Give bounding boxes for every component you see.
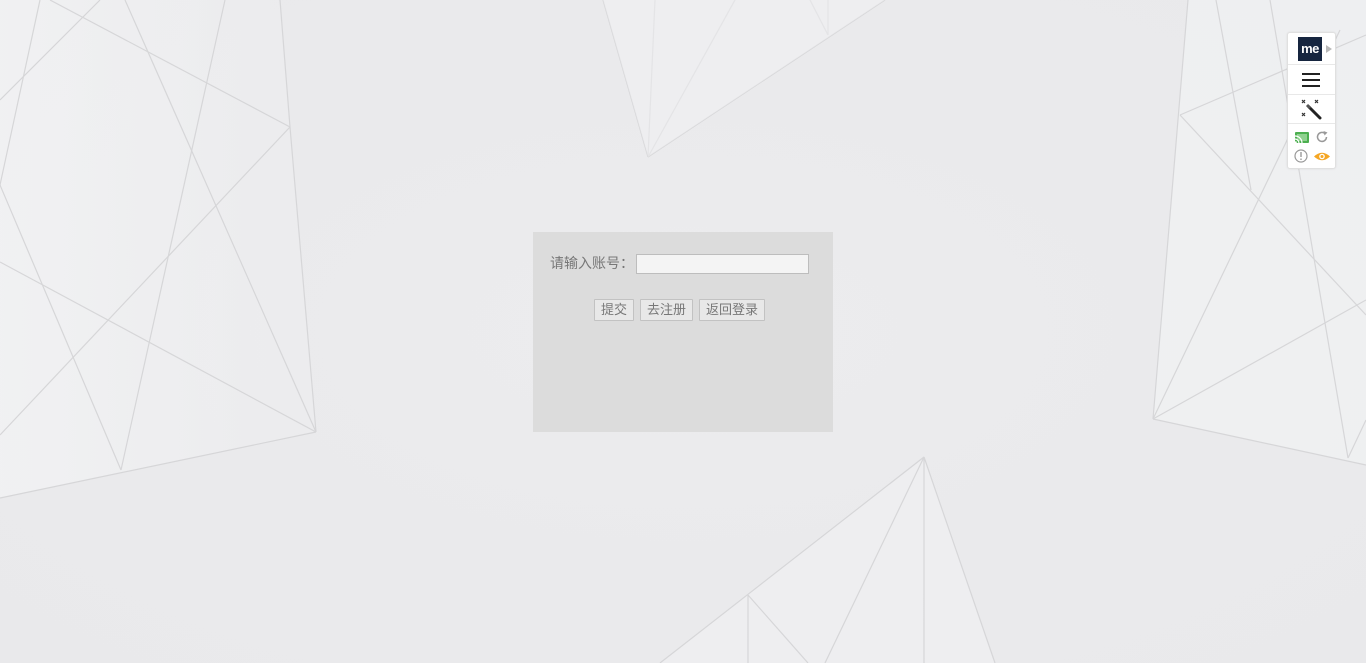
account-form-panel: 请输入账号： 提交 去注册 返回登录 [533,232,833,432]
back-to-login-button[interactable]: 返回登录 [699,299,766,321]
register-button[interactable]: 去注册 [640,299,694,321]
eye-icon[interactable] [1313,151,1331,162]
cast-icon[interactable] [1294,131,1310,144]
me-logo[interactable]: me [1298,37,1322,61]
expand-arrow-icon[interactable] [1326,45,1332,53]
page-background: 请输入账号： 提交 去注册 返回登录 me [0,0,1366,663]
floating-toolbar: me [1287,32,1336,169]
toolbar-logo-cell[interactable]: me [1288,33,1335,65]
account-label: 请输入账号： [550,256,634,272]
info-icon[interactable] [1294,149,1308,163]
refresh-icon[interactable] [1315,130,1329,144]
account-row: 请输入账号： [550,254,809,274]
toolbar-wand-cell[interactable] [1288,95,1335,124]
account-input[interactable] [636,254,809,274]
toolbar-menu-cell[interactable] [1288,65,1335,95]
magic-wand-icon[interactable] [1300,98,1322,120]
submit-button[interactable]: 提交 [594,299,635,321]
menu-icon[interactable] [1302,73,1320,87]
form-button-row: 提交 去注册 返回登录 [594,299,771,321]
toolbar-status-cell [1288,124,1335,168]
